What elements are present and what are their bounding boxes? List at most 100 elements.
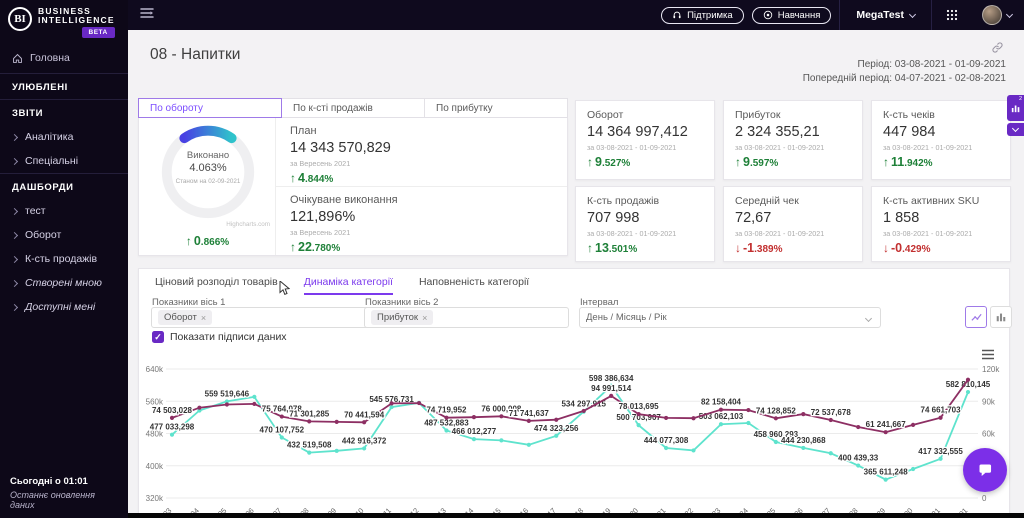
sidebar-item-home[interactable]: Головна	[0, 42, 128, 73]
chevron-down-icon	[908, 10, 917, 18]
kpi-card-checks-count: К-сть чеків 447 984 за 03-08-2021 - 01-0…	[871, 100, 1011, 180]
interval-select[interactable]: День / Місяць / Рік	[579, 307, 881, 328]
axis2-tag: Прибуток ×	[371, 310, 434, 325]
svg-text:74 128,852: 74 128,852	[756, 406, 797, 415]
tab-by-turnover[interactable]: По обороту	[138, 98, 282, 118]
donut-value: 4.063%	[189, 162, 227, 174]
tab-by-sales-count[interactable]: По к-сті продажів	[281, 98, 425, 118]
tab-price-distribution[interactable]: Ціновий розподіл товарів	[155, 276, 278, 295]
svg-text:442 916,372: 442 916,372	[342, 436, 387, 445]
expected-title: Очікуване виконання	[290, 194, 398, 206]
interval-value: День / Місяць / Рік	[586, 312, 667, 323]
topbar: Підтримка Навчання MegaTest	[128, 0, 1024, 30]
collapse-sidebar-icon[interactable]	[140, 6, 154, 24]
sidebar-item-label: Оборот	[25, 229, 62, 241]
last-update-note: Останнє оновлення даних	[10, 490, 95, 510]
svg-text:474 323,256: 474 323,256	[534, 424, 579, 433]
svg-text:72 537,678: 72 537,678	[811, 408, 852, 417]
mouse-cursor	[279, 279, 291, 301]
sidebar-item-label: Створені мною	[25, 277, 102, 289]
kpi-value: 1 858	[883, 210, 920, 226]
svg-text:365 611,248: 365 611,248	[864, 468, 909, 477]
sidebar-item-sales-count[interactable]: К-сть продажів	[0, 247, 128, 271]
kpi-delta: ↑ 9.527%	[587, 155, 631, 169]
axis2-input[interactable]: Прибуток ×	[364, 307, 569, 328]
kpi-delta: ↓ -0.429%	[883, 241, 931, 255]
svg-text:487 532,883: 487 532,883	[424, 418, 469, 427]
kpi-card-profit: Прибуток 2 324 355,21 за 03-08-2021 - 01…	[723, 100, 863, 180]
period-block: Період: 03-08-2021 - 01-09-2021 Попередн…	[803, 58, 1006, 86]
arrow-up-icon: ↑	[185, 234, 192, 248]
svg-text:640k: 640k	[146, 365, 164, 374]
line-chart-view-button[interactable]	[965, 306, 987, 328]
chevron-right-icon	[10, 303, 19, 311]
sidebar-item-special[interactable]: Спеціальні	[0, 149, 128, 173]
svg-text:120k: 120k	[982, 365, 1000, 374]
dashboard-actions-widget: 2	[1007, 95, 1024, 136]
bi-logo-icon: BI	[8, 7, 32, 31]
bar-chart-icon	[996, 313, 1006, 322]
tab-category-dynamics[interactable]: Динаміка категорії	[303, 276, 393, 295]
sidebar-item-oborot[interactable]: Оборот	[0, 223, 128, 247]
svg-text:74 661,703: 74 661,703	[921, 406, 962, 415]
show-data-labels-checkbox[interactable]: ✓	[152, 331, 164, 343]
training-button[interactable]: Навчання	[751, 6, 832, 24]
tab-by-profit[interactable]: По прибутку	[424, 98, 568, 118]
arrow-up-icon: ↑	[290, 171, 296, 185]
svg-text:400 439,33: 400 439,33	[838, 454, 879, 463]
sidebar-item-available-to-me[interactable]: Доступні мені	[0, 295, 128, 319]
support-button[interactable]: Підтримка	[661, 6, 744, 24]
kpi-title: К-сть активних SKU	[883, 195, 980, 207]
plan-panel: План 14 343 570,829 за Вересень 2021 ↑ 4.…	[276, 118, 567, 255]
apps-grid-icon[interactable]	[932, 0, 972, 30]
home-icon	[13, 53, 22, 63]
share-link-icon[interactable]	[991, 41, 1004, 59]
dashboard-reports-button[interactable]: 2	[1007, 95, 1024, 121]
main-content: 08 - Напитки Період: 03-08-2021 - 01-09-…	[128, 30, 1024, 518]
arrow-up-icon: ↑	[735, 155, 741, 169]
expected-period: за Вересень 2021	[290, 228, 351, 237]
kpi-delta: ↑ 9.597%	[735, 155, 779, 169]
remove-tag-icon[interactable]: ×	[422, 313, 427, 323]
tab-category-fullness[interactable]: Наповненість категорії	[419, 276, 529, 295]
sidebar-item-label: тест	[25, 205, 46, 217]
svg-text:432 519,508: 432 519,508	[287, 441, 332, 450]
last-update-block: Сьогодні о 01:01 Останнє оновлення даних	[0, 476, 128, 510]
sidebar: BI BUSINESS INTELLIGENCE BETA Головна УЛ…	[0, 0, 128, 518]
svg-text:560k: 560k	[146, 397, 164, 406]
kpi-title: Оборот	[587, 109, 624, 121]
beta-badge: BETA	[81, 27, 115, 38]
remove-tag-icon[interactable]: ×	[201, 313, 206, 323]
bi-dashboard-screen: BI BUSINESS INTELLIGENCE BETA Головна УЛ…	[0, 0, 1024, 518]
chevron-right-icon	[10, 133, 19, 141]
sidebar-item-label: К-сть продажів	[25, 253, 98, 265]
section-tabs: Ціновий розподіл товарів Динаміка катего…	[139, 269, 1009, 295]
chevron-right-icon	[10, 279, 19, 287]
kpi-card-active-sku: К-сть активних SKU 1 858 за 03-08-2021 -…	[871, 186, 1011, 262]
kpi-value: 72,67	[735, 210, 772, 226]
completion-donut-panel: Виконано 4.063% Станом на 02-09-2021 Hig…	[139, 118, 276, 255]
brand-line2: INTELLIGENCE	[38, 15, 115, 25]
expected-block: Очікуване виконання 121,896% за Вересень…	[276, 186, 567, 254]
svg-text:534 297,915: 534 297,915	[561, 400, 606, 409]
svg-text:503 062,103: 503 062,103	[699, 412, 744, 421]
user-avatar-menu[interactable]	[972, 5, 1024, 25]
sidebar-item-analytics[interactable]: Аналітика	[0, 125, 128, 149]
category-dynamics-line-chart[interactable]: 640k560k480k400k320k120k90k60k30k008-030…	[139, 353, 1009, 518]
support-label: Підтримка	[687, 9, 733, 21]
sidebar-item-test[interactable]: тест	[0, 199, 128, 223]
highcharts-credit[interactable]: Highcharts.com	[226, 221, 270, 228]
bar-chart-view-button[interactable]	[990, 306, 1012, 328]
kpi-value: 447 984	[883, 124, 936, 140]
account-menu[interactable]: MegaTest	[840, 9, 931, 21]
svg-text:466 012,277: 466 012,277	[452, 427, 497, 436]
bar-chart-icon	[1011, 105, 1019, 113]
expand-widget-button[interactable]	[1007, 123, 1024, 136]
sidebar-item-created-by-me[interactable]: Створені мною	[0, 271, 128, 295]
sidebar-section-favorites: УЛЮБЛЕНІ	[12, 82, 68, 93]
chat-support-button[interactable]	[963, 448, 1007, 492]
kpi-card-average-check: Середній чек 72,67 за 03-08-2021 - 01-09…	[723, 186, 863, 262]
arrow-down-icon: ↓	[883, 241, 889, 255]
kpi-delta: ↑ 11.942%	[883, 155, 933, 169]
chevron-down-icon	[864, 314, 873, 323]
